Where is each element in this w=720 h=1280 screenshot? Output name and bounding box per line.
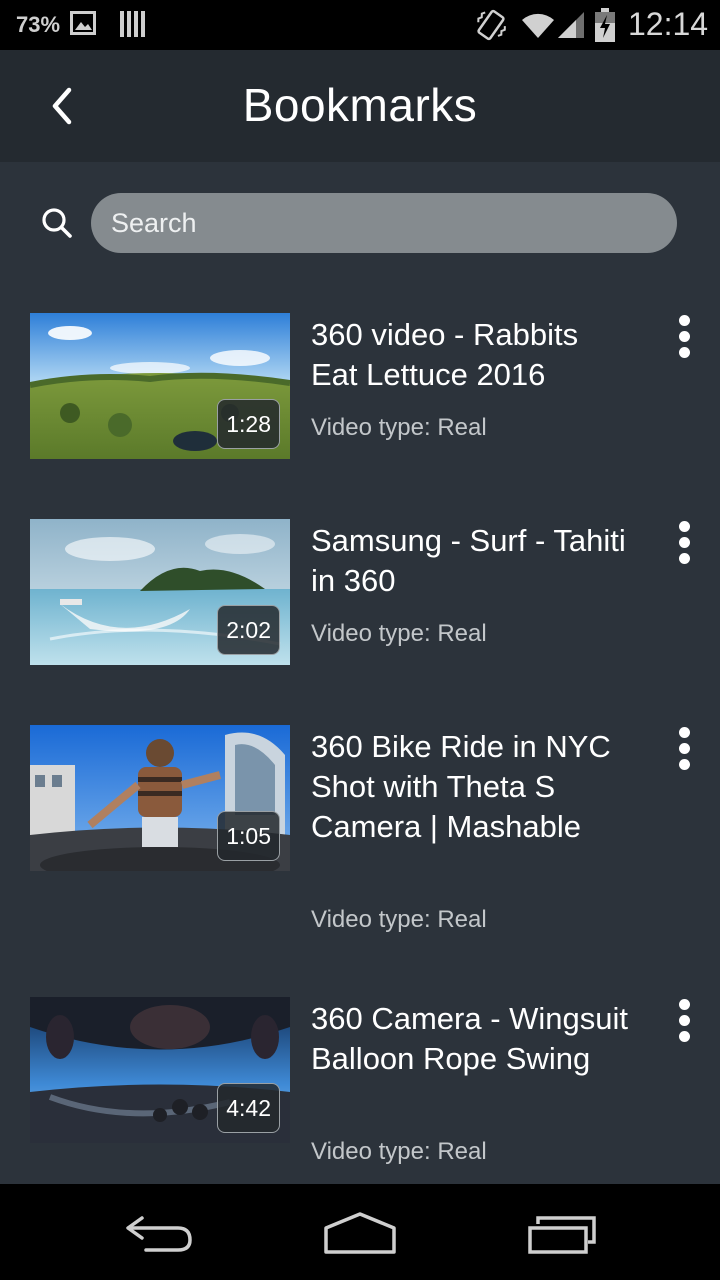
- more-options-icon[interactable]: [670, 519, 700, 569]
- video-thumbnail[interactable]: 4:42: [30, 997, 290, 1143]
- nav-home-icon[interactable]: [322, 1210, 398, 1256]
- video-type: Video type: Real: [311, 414, 487, 441]
- app-bar: Bookmarks: [0, 50, 720, 162]
- search-input[interactable]: [91, 193, 677, 253]
- clock: 12:14: [628, 6, 709, 42]
- video-title[interactable]: 360 Camera - Wingsuit Balloon Rope Swing: [311, 999, 631, 1079]
- status-bar: 73% 12:14: [0, 0, 720, 50]
- duration-badge: 4:42: [217, 1083, 280, 1133]
- video-type: Video type: Real: [311, 906, 487, 933]
- signal-icon: [558, 12, 584, 38]
- more-options-icon[interactable]: [670, 725, 700, 775]
- battery-percent: 73%: [16, 12, 61, 37]
- video-title[interactable]: 360 Bike Ride in NYC Shot with Theta S C…: [311, 727, 631, 847]
- video-title[interactable]: Samsung - Surf - Tahiti in 360: [311, 521, 631, 601]
- more-options-icon[interactable]: [670, 997, 700, 1047]
- page-title: Bookmarks: [242, 79, 478, 131]
- more-options-icon[interactable]: [670, 313, 700, 363]
- barcode-icon: [120, 11, 145, 37]
- video-title[interactable]: 360 video - Rabbits Eat Lettuce 2016: [311, 315, 631, 395]
- battery-charging-icon: [595, 8, 615, 42]
- duration-badge: 1:28: [217, 399, 280, 449]
- duration-badge: 1:05: [217, 811, 280, 861]
- vibrate-icon: [477, 9, 506, 41]
- wifi-icon: [522, 13, 554, 38]
- video-thumbnail[interactable]: 2:02: [30, 519, 290, 665]
- nav-back-icon[interactable]: [122, 1212, 196, 1256]
- search-icon[interactable]: [40, 206, 74, 240]
- nav-recents-icon[interactable]: [526, 1212, 600, 1256]
- video-type: Video type: Real: [311, 1138, 487, 1165]
- video-thumbnail[interactable]: 1:05: [30, 725, 290, 871]
- video-type: Video type: Real: [311, 620, 487, 647]
- image-icon: [70, 11, 96, 35]
- video-thumbnail[interactable]: 1:28: [30, 313, 290, 459]
- duration-badge: 2:02: [217, 605, 280, 655]
